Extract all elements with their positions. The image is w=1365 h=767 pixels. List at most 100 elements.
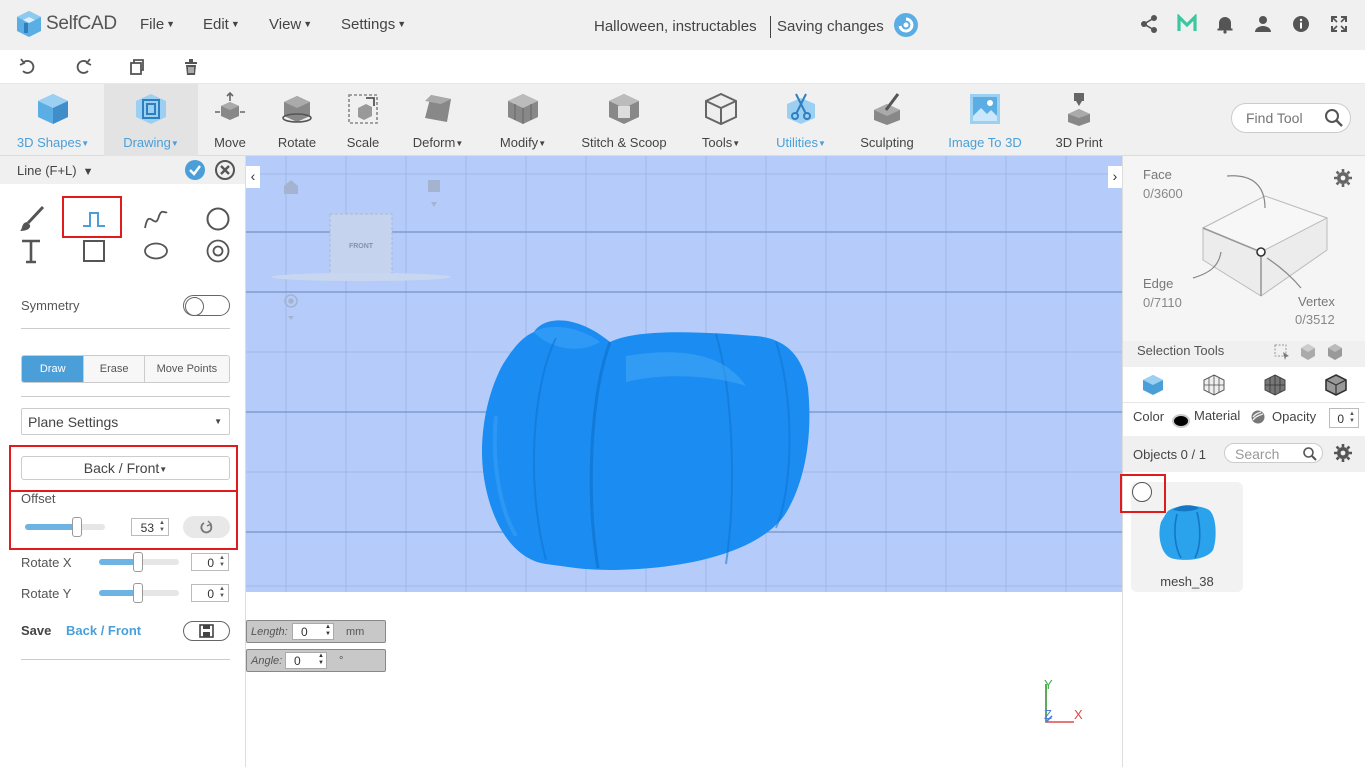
- face-mode-icon[interactable]: [1202, 373, 1226, 397]
- spinner-icon[interactable]: ▲ ▼: [325, 624, 331, 638]
- slider-knob[interactable]: [133, 552, 143, 572]
- angle-value: 0: [294, 654, 301, 668]
- collapse-right-panel-button[interactable]: ›: [1108, 166, 1122, 188]
- circle-icon: [206, 207, 230, 231]
- mode-erase-button[interactable]: Erase: [84, 356, 145, 382]
- camera-orbit-icon[interactable]: [284, 294, 298, 320]
- gear-icon[interactable]: [1333, 443, 1353, 463]
- panel-title[interactable]: Line (F+L) ▼: [17, 163, 94, 178]
- slider-knob[interactable]: [72, 517, 82, 537]
- tool-label: Utilities▼: [776, 135, 826, 150]
- close-panel-button[interactable]: [215, 160, 235, 180]
- brush-tool-button[interactable]: [17, 204, 47, 234]
- menu-file[interactable]: File ▼: [140, 16, 175, 33]
- angle-input[interactable]: 0 ▲ ▼: [285, 652, 327, 669]
- bell-icon[interactable]: [1215, 14, 1235, 34]
- tool-stitch-scoop[interactable]: Stitch & Scoop: [574, 84, 674, 156]
- menu-view[interactable]: View ▼: [269, 16, 312, 33]
- plane-direction-dropdown[interactable]: Back / Front▼: [21, 456, 230, 480]
- tool-3d-shapes[interactable]: 3D Shapes▼: [6, 84, 100, 156]
- plane-settings-select[interactable]: Plane Settings ▼: [21, 408, 230, 435]
- spinner-icon[interactable]: ▲ ▼: [157, 520, 167, 534]
- rotate-x-slider[interactable]: [99, 552, 179, 572]
- search-icon[interactable]: [1324, 108, 1344, 128]
- redo-icon[interactable]: [73, 57, 93, 77]
- tool-rotate[interactable]: Rotate: [266, 84, 328, 156]
- selection-mode-bar: [1123, 367, 1365, 403]
- 3d-viewport[interactable]: FRONT ‹ ›: [246, 156, 1122, 592]
- material-icon[interactable]: [1250, 409, 1266, 425]
- undo-icon[interactable]: [18, 57, 38, 77]
- ellipse-tool-button[interactable]: [141, 236, 171, 266]
- length-input[interactable]: 0 ▲ ▼: [292, 623, 334, 640]
- search-icon[interactable]: [1302, 446, 1318, 462]
- offset-slider[interactable]: [25, 517, 105, 537]
- ring-icon: [206, 239, 230, 263]
- spinner-icon[interactable]: ▲ ▼: [217, 555, 227, 569]
- circle-tool-button[interactable]: [203, 204, 233, 234]
- caret-down-icon: ▼: [166, 19, 176, 29]
- save-plane-button[interactable]: [183, 621, 230, 641]
- text-tool-button[interactable]: [17, 236, 47, 266]
- opacity-input[interactable]: 0 ▲ ▼: [1329, 408, 1359, 428]
- camera-square-icon[interactable]: [428, 180, 440, 207]
- color-swatch[interactable]: [1172, 414, 1190, 428]
- edge-mode-icon[interactable]: [1263, 373, 1287, 397]
- object-mode-icon[interactable]: [1141, 373, 1165, 397]
- curve-tool-button[interactable]: [141, 204, 171, 234]
- mode-draw-button[interactable]: Draw: [22, 356, 85, 382]
- rotate-icon: [282, 96, 312, 123]
- spinner-icon[interactable]: ▲ ▼: [1347, 411, 1357, 425]
- material-bar: Color Material Opacity 0 ▲ ▼: [1123, 403, 1365, 435]
- document-title[interactable]: Halloween, instructables: [594, 18, 757, 35]
- symmetry-toggle[interactable]: [183, 295, 230, 316]
- info-icon[interactable]: [1291, 14, 1311, 34]
- mode-move-points-button[interactable]: Move Points: [144, 356, 229, 382]
- rotate-y-input[interactable]: 0 ▲ ▼: [191, 584, 229, 602]
- fullscreen-icon[interactable]: [1329, 14, 1349, 34]
- rotate-x-input[interactable]: 0 ▲ ▼: [191, 553, 229, 571]
- ring-tool-button[interactable]: [203, 236, 233, 266]
- rotate-y-slider[interactable]: [99, 583, 179, 603]
- gear-icon[interactable]: [1333, 168, 1353, 188]
- offset-input[interactable]: 53 ▲ ▼: [131, 518, 169, 536]
- rectangle-tool-button[interactable]: [79, 236, 109, 266]
- tool-utilities[interactable]: Utilities▼: [766, 84, 836, 156]
- caret-down-icon: ▼: [81, 139, 90, 148]
- tool-tools[interactable]: Tools▼: [690, 84, 752, 156]
- selfcad-logo[interactable]: SelfCAD: [16, 10, 117, 38]
- object-search-input[interactable]: Search: [1224, 443, 1323, 463]
- reset-offset-button[interactable]: [183, 516, 230, 538]
- plane-direction-label: Back / Front: [83, 460, 160, 476]
- find-tool-search[interactable]: [1231, 103, 1351, 133]
- object-select-checkbox[interactable]: [1132, 482, 1152, 502]
- tool-label: 3D Print: [1055, 135, 1103, 150]
- menu-edit[interactable]: Edit ▼: [203, 16, 240, 33]
- myminifactory-icon[interactable]: [1177, 13, 1197, 34]
- vertex-mode-icon[interactable]: [1324, 373, 1348, 397]
- user-icon[interactable]: [1253, 14, 1273, 34]
- spinner-icon[interactable]: ▲ ▼: [318, 653, 324, 667]
- tool-scale[interactable]: Scale: [334, 84, 392, 156]
- slider-knob[interactable]: [133, 583, 143, 603]
- select-all-icon[interactable]: [1326, 343, 1344, 361]
- tool-drawing[interactable]: Drawing▼: [104, 84, 198, 156]
- tool-image-to-3d[interactable]: Image To 3D: [942, 84, 1028, 156]
- select-connected-icon[interactable]: [1299, 343, 1317, 361]
- spinner-icon[interactable]: ▲ ▼: [217, 586, 227, 600]
- menu-settings[interactable]: Settings ▼: [341, 16, 406, 33]
- collapse-left-panel-button[interactable]: ‹: [246, 166, 260, 188]
- curve-icon: [144, 210, 168, 229]
- pumpkin-mesh[interactable]: [482, 320, 810, 570]
- tool-sculpting[interactable]: Sculpting: [852, 84, 922, 156]
- find-tool-input[interactable]: [1246, 110, 1326, 126]
- tool-deform[interactable]: Deform▼: [402, 84, 474, 156]
- select-box-icon[interactable]: [1273, 343, 1291, 361]
- tool-3d-print[interactable]: 3D Print: [1048, 84, 1110, 156]
- tool-move[interactable]: Move: [200, 84, 260, 156]
- copy-icon[interactable]: [127, 57, 147, 77]
- confirm-button[interactable]: [185, 160, 205, 180]
- tool-modify[interactable]: Modify▼: [490, 84, 556, 156]
- share-icon[interactable]: [1139, 14, 1159, 34]
- delete-icon[interactable]: [181, 57, 201, 77]
